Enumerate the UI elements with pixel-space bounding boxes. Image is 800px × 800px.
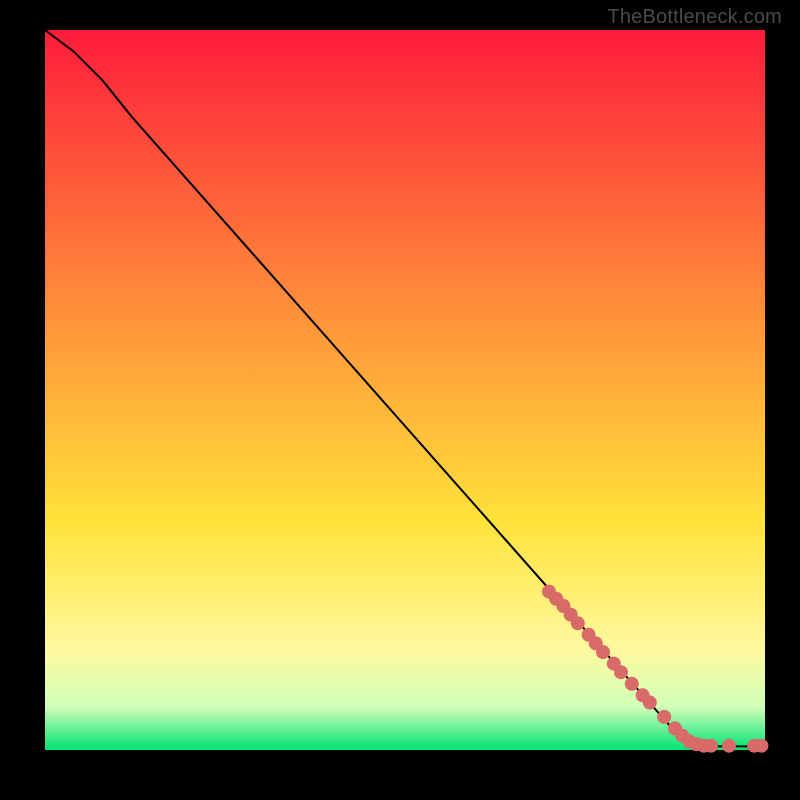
scatter-point (722, 739, 736, 753)
scatter-point (704, 739, 718, 753)
watermark-text: TheBottleneck.com (607, 6, 782, 29)
scatter-point (625, 677, 639, 691)
scatter-point (754, 739, 768, 753)
scatter-point (657, 710, 671, 724)
plot-background (45, 30, 765, 750)
scatter-point (596, 645, 610, 659)
chart-stage: TheBottleneck.com (0, 0, 800, 800)
scatter-point (643, 696, 657, 710)
scatter-point (571, 616, 585, 630)
chart-svg (0, 0, 800, 800)
scatter-point (614, 665, 628, 679)
